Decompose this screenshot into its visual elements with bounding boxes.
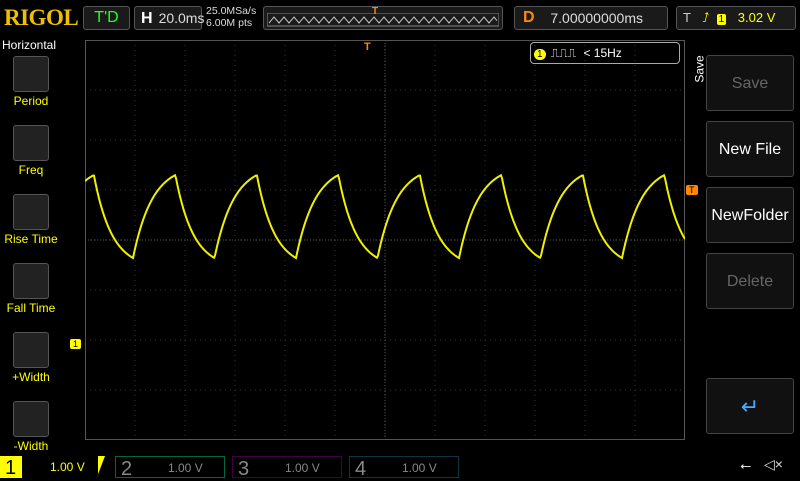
label: Period: [13, 94, 49, 108]
rising-edge-icon: ⭜: [702, 10, 709, 25]
h-label: H: [141, 10, 153, 27]
waveform-overview-icon: [267, 13, 499, 27]
trigger-position-marker: T: [372, 6, 379, 17]
left-menu: Horizontal Period Freq Rise Time Fall Ti…: [0, 38, 62, 468]
label: Freq: [18, 163, 44, 177]
trigger-label: T: [683, 10, 691, 25]
timebase: 20.0ms: [158, 10, 205, 26]
memory-depth: 6.00M pts: [206, 17, 253, 29]
frequency-counter: 1 ⎍⎍⎍ < 15Hz: [530, 42, 680, 64]
new-folder-button[interactable]: NewFolder: [706, 187, 794, 243]
sample-rate: 25.0MSa/s: [206, 5, 257, 17]
trigger-level-marker[interactable]: T: [686, 185, 698, 195]
delay-value: 7.00000000ms: [550, 10, 643, 26]
label: +Width: [12, 370, 50, 384]
plus-width-icon: [13, 332, 49, 368]
acquisition-info: 25.0MSa/s 6.00M pts: [206, 5, 256, 29]
save-button[interactable]: Save: [706, 55, 794, 111]
usb-icon: ⭠: [740, 457, 752, 473]
label: -Width: [13, 439, 49, 453]
label: Rise Time: [4, 232, 58, 246]
new-file-button[interactable]: New File: [706, 121, 794, 177]
right-menu-title: Save: [692, 55, 707, 83]
ch1-scale: 1.00 V: [22, 456, 98, 478]
return-arrow-icon: ↵: [740, 394, 760, 419]
measure-freq[interactable]: Freq: [0, 125, 62, 192]
memory-overview[interactable]: T: [263, 6, 503, 30]
trigger-channel: 1: [716, 14, 727, 25]
ch4-tab[interactable]: 4 1.00 V: [349, 456, 459, 480]
pulse-icon: ⎍⎍⎍: [550, 46, 577, 60]
channel-bar: 1 1.00 V 2 1.00 V 3 1.00 V 4 1.00 V ⭠ ◁×: [0, 454, 800, 480]
ch2-tab[interactable]: 2 1.00 V: [115, 456, 225, 480]
back-button[interactable]: ↵: [706, 378, 794, 434]
left-menu-title: Horizontal: [2, 38, 57, 52]
ch1-tab[interactable]: 1 1.00 V: [0, 456, 105, 478]
ch2-scale: 1.00 V: [168, 461, 203, 475]
rise-time-icon: [13, 194, 49, 230]
period-icon: [13, 56, 49, 92]
waveform-display[interactable]: [85, 40, 685, 440]
top-bar: RIGOL T'D H 20.0ms 25.0MSa/s 6.00M pts T D…: [0, 0, 800, 36]
delete-button[interactable]: Delete: [706, 253, 794, 309]
timebase-box[interactable]: H 20.0ms: [134, 6, 205, 30]
trigger-status[interactable]: T'D: [83, 6, 130, 30]
freq-value: < 15Hz: [583, 46, 622, 60]
label: Fall Time: [6, 301, 56, 315]
ch1-number: 1: [5, 457, 17, 479]
measure-fall-time[interactable]: Fall Time: [0, 263, 62, 330]
ch3-scale: 1.00 V: [285, 461, 320, 475]
fall-time-icon: [13, 263, 49, 299]
measure-plus-width[interactable]: +Width: [0, 332, 62, 399]
measure-period[interactable]: Period: [0, 56, 62, 123]
ch3-number: 3: [238, 458, 250, 480]
freq-channel: 1: [534, 49, 546, 60]
trigger-level: 3.02 V: [737, 10, 776, 25]
ch3-tab[interactable]: 3 1.00 V: [232, 456, 342, 480]
delay-box[interactable]: D 7.00000000ms: [514, 6, 668, 30]
trigger-box[interactable]: T ⭜ 1 3.02 V: [676, 6, 796, 30]
ch4-scale: 1.00 V: [402, 461, 437, 475]
delay-label: D: [523, 9, 535, 26]
measure-rise-time[interactable]: Rise Time: [0, 194, 62, 261]
minus-width-icon: [13, 401, 49, 437]
ch2-number: 2: [121, 458, 133, 480]
trigger-time-marker[interactable]: T: [364, 41, 371, 53]
ch1-ground-marker[interactable]: 1: [70, 339, 82, 349]
rigol-logo: RIGOL: [4, 5, 79, 30]
mute-icon[interactable]: ◁×: [764, 456, 783, 473]
freq-icon: [13, 125, 49, 161]
ch4-number: 4: [355, 458, 367, 480]
